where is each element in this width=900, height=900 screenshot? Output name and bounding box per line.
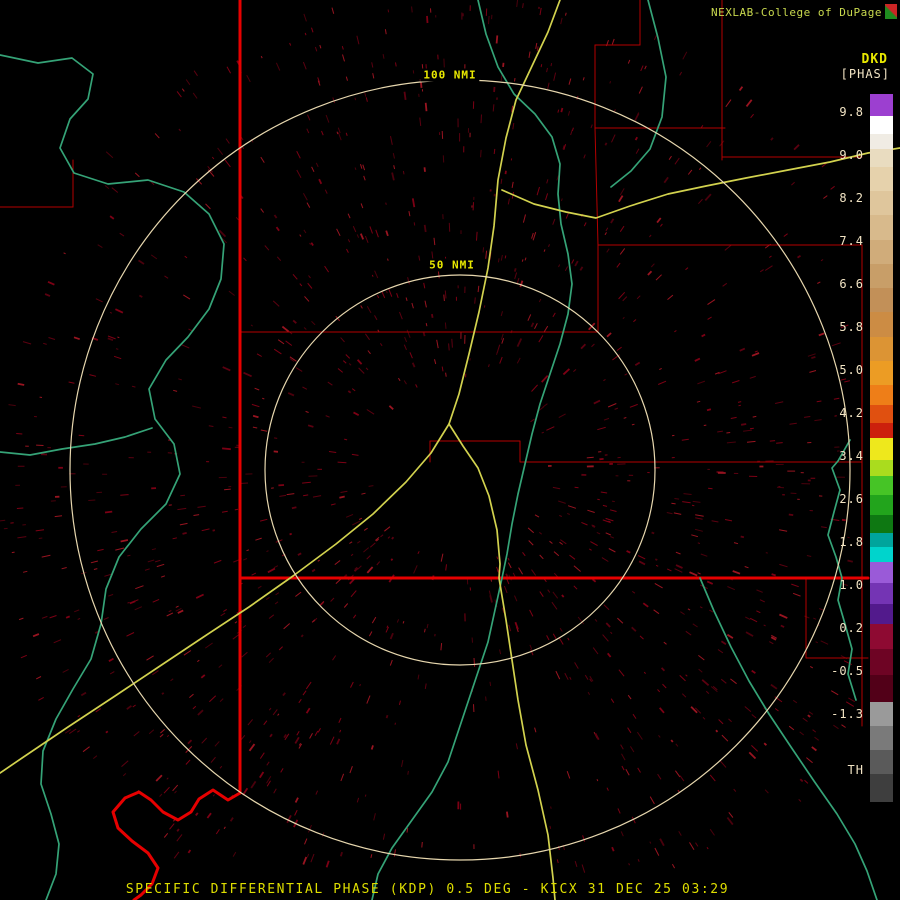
colorbar-segment [870, 423, 893, 438]
range-ring-label-100nmi: 100 NMI [420, 69, 479, 82]
colorbar-tick: 5.0 [839, 363, 864, 377]
colorbar-segment [870, 547, 893, 561]
cod-logo-icon [885, 4, 897, 19]
range-ring [70, 80, 850, 860]
colorbar-segment [870, 583, 893, 604]
range-ring-label-50nmi: 50 NMI [426, 259, 478, 272]
colorbar-segment [870, 750, 893, 774]
range-ring [265, 275, 655, 665]
roads [0, 0, 900, 900]
colorbar-segment [870, 337, 893, 361]
colorbar-segment [870, 675, 893, 701]
colorbar-tick: 4.2 [839, 406, 864, 420]
colorbar-segment [870, 460, 893, 475]
colorbar-tick: 9.8 [839, 105, 864, 119]
county-borders [0, 0, 868, 726]
colorbar-segment [870, 774, 893, 802]
colorbar-segment [870, 405, 893, 423]
radar-map [0, 0, 900, 900]
colorbar-segment [870, 476, 893, 496]
colorbar-tick: 6.6 [839, 277, 864, 291]
colorbar-segment [870, 191, 893, 215]
colorbar-segment [870, 94, 893, 116]
brand-text: NEXLAB-College of DuPage [711, 6, 882, 19]
product-code: DKD [862, 52, 888, 67]
colorbar-segment [870, 624, 893, 648]
radar-display: 50 NMI 100 NMI NEXLAB-College of DuPage … [0, 0, 900, 900]
colorbar-tick: 2.6 [839, 492, 864, 506]
colorbar-segment [870, 167, 893, 191]
colorbar-labels: 9.8 9.0 8.2 7.4 6.6 5.8 5.0 4.2 3.4 2.6 1.8 1.0 0.2 -… [822, 94, 864, 804]
colorbar-segment [870, 116, 893, 134]
colorbar-tick: 1.0 [839, 578, 864, 592]
colorbar [870, 94, 893, 802]
colorbar-tick: TH [848, 763, 864, 777]
colorbar-segment [870, 134, 893, 149]
colorbar-segment [870, 702, 893, 726]
colorbar-tick: 3.4 [839, 449, 864, 463]
colorbar-tick: 8.2 [839, 191, 864, 205]
product-units: [PHAS] [841, 67, 890, 81]
colorbar-segment [870, 312, 893, 336]
colorbar-tick: -0.5 [831, 664, 864, 678]
colorbar-segment [870, 438, 893, 460]
colorbar-segment [870, 264, 893, 288]
colorbar-segment [870, 288, 893, 312]
colorbar-tick: 0.2 [839, 621, 864, 635]
colorbar-segment [870, 385, 893, 405]
colorbar-tick: 5.8 [839, 320, 864, 334]
colorbar-segment [870, 604, 893, 625]
colorbar-tick: 1.8 [839, 535, 864, 549]
colorbar-segment [870, 515, 893, 533]
colorbar-tick: 9.0 [839, 148, 864, 162]
colorbar-segment [870, 149, 893, 167]
colorbar-segment [870, 240, 893, 264]
colorbar-segment [870, 533, 893, 547]
colorbar-tick: -1.3 [831, 707, 864, 721]
caption: SPECIFIC DIFFERENTIAL PHASE (KDP) 0.5 DE… [0, 882, 855, 897]
colorbar-segment [870, 649, 893, 675]
state-borders [113, 0, 868, 900]
colorbar-segment [870, 495, 893, 515]
colorbar-segment [870, 726, 893, 750]
colorbar-segment [870, 215, 893, 239]
colorbar-tick: 7.4 [839, 234, 864, 248]
colorbar-segment [870, 361, 893, 385]
range-rings [70, 80, 850, 860]
colorbar-segment [870, 562, 893, 583]
rivers [0, 0, 877, 900]
